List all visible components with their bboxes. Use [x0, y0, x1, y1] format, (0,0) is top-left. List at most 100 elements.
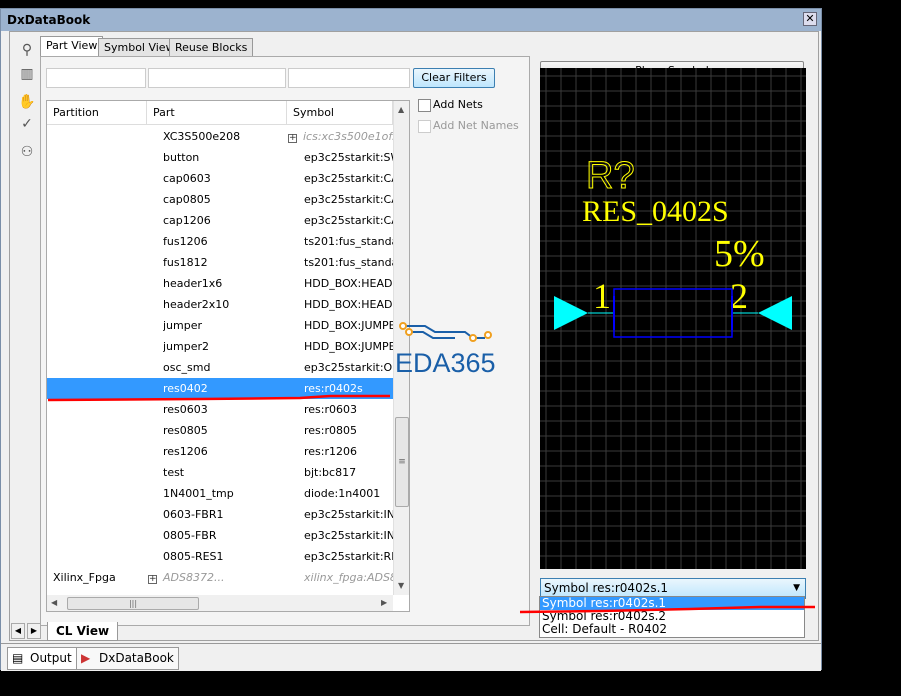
table-row[interactable]: res0603 res:r0603 [47, 399, 393, 420]
table-row[interactable]: XC3S500e208 + ics:xc3s500e1of3... [47, 126, 393, 147]
table-row[interactable]: jumper HDD_BOX:JUMPER [47, 315, 393, 336]
value-label: 5% [714, 233, 765, 275]
part-text: res1206 [163, 445, 208, 458]
add-net-names-checkbox [418, 120, 431, 133]
tab-part-view[interactable]: Part View [40, 36, 104, 57]
tab-reuse-blocks[interactable]: Reuse Blocks [169, 38, 254, 56]
binoculars-add-icon[interactable]: ⚲ [16, 42, 38, 62]
cell-symbol: ep3c25starkit:SW_ [304, 147, 393, 168]
clear-filters-button[interactable]: Clear Filters [413, 68, 495, 88]
table-row[interactable]: res0402 res:r0402s [47, 378, 393, 399]
column-header-partition[interactable]: Partition [47, 101, 147, 125]
tree-check-icon[interactable]: ✓ [16, 116, 38, 136]
table-row[interactable]: cap0603 ep3c25starkit:CAP [47, 168, 393, 189]
horizontal-scrollbar[interactable]: ◀ ||| ▶ [47, 595, 393, 611]
cell-symbol: HDD_BOX:JUMPER [304, 315, 393, 336]
table-row[interactable]: 0805-FBR ep3c25starkit:INDI [47, 525, 393, 546]
cell-symbol: + ics:xc3s500e1of3... [288, 126, 393, 147]
part-text: 0805-FBR [163, 529, 217, 542]
symbol-text: ep3c25starkit:OSC [304, 361, 393, 374]
table-row[interactable]: osc_smd ep3c25starkit:OSC [47, 357, 393, 378]
window-title: DxDataBook [1, 9, 821, 31]
scroll-up-icon[interactable]: ▲ [398, 105, 404, 114]
part-text: test [163, 466, 185, 479]
symbol-filter-input[interactable] [288, 68, 410, 88]
books-add-icon[interactable]: ▥ [16, 66, 38, 86]
add-nets-checkbox[interactable] [418, 99, 431, 112]
table-row[interactable]: cap0805 ep3c25starkit:CAP [47, 189, 393, 210]
scroll-right-icon[interactable]: ▶ [381, 598, 387, 607]
tab-cl-view[interactable]: CL View [47, 622, 119, 641]
table-row[interactable]: header1x6 HDD_BOX:HEADER [47, 273, 393, 294]
column-header-symbol[interactable]: Symbol [287, 101, 393, 125]
partition-filter-input[interactable] [46, 68, 146, 88]
table-row[interactable]: res1206 res:r1206 [47, 441, 393, 462]
cell-symbol: diode:1n4001 [304, 483, 393, 504]
cell-part: button [163, 147, 287, 168]
symbol-text: ts201:fus_standar [304, 235, 393, 248]
part-text: fus1206 [163, 235, 208, 248]
scroll-left-icon[interactable]: ◀ [51, 598, 57, 607]
table-row[interactable]: res0805 res:r0805 [47, 420, 393, 441]
cell-part: fus1206 [163, 231, 287, 252]
symbol-text: ep3c25starkit:INDI [304, 508, 393, 521]
table-row[interactable]: 1N4001_tmp diode:1n4001 [47, 483, 393, 504]
symbol-text: diode:1n4001 [304, 487, 381, 500]
table-row[interactable]: fus1812 ts201:fus_standar [47, 252, 393, 273]
add-nets-label: Add Nets [433, 98, 483, 111]
cell-symbol: ep3c25starkit:CAP [304, 189, 393, 210]
part-text: XC3S500e208 [163, 130, 241, 143]
table-row[interactable]: 0805-RES1 ep3c25starkit:RES [47, 546, 393, 567]
tab-scroll-right-icon[interactable]: ▶ [27, 623, 41, 639]
part-filter-input[interactable] [148, 68, 286, 88]
expand-icon[interactable]: + [148, 575, 157, 584]
tab-scroll-left-icon[interactable]: ◀ [11, 623, 25, 639]
symbol-text: res:r0603 [304, 403, 358, 416]
symbol-text: HDD_BOX:HEADER [304, 277, 393, 290]
table-row[interactable]: fus1206 ts201:fus_standar [47, 231, 393, 252]
cell-part: cap0805 [163, 189, 287, 210]
tab-dxdatabook[interactable]: ▶ DxDataBook [76, 647, 179, 670]
table-row[interactable]: test bjt:bc817 [47, 462, 393, 483]
part-text: jumper [163, 319, 203, 332]
table-row[interactable]: cap1206 ep3c25starkit:CAP [47, 210, 393, 231]
table-row[interactable]: 0603-FBR1 ep3c25starkit:INDI [47, 504, 393, 525]
tab-output[interactable]: ▤ Output [7, 647, 77, 670]
symbol-text: ep3c25starkit:INDI [304, 529, 393, 542]
cell-symbol: HDD_BOX:JUMPER [304, 336, 393, 357]
symbol-text: ts201:fus_standar [304, 256, 393, 269]
table-row[interactable]: button ep3c25starkit:SW_ [47, 147, 393, 168]
refdes-label: R? [586, 155, 635, 197]
cell-part: 1N4001_tmp [163, 483, 287, 504]
expand-icon[interactable]: + [288, 134, 297, 143]
cell-part: 0603-FBR1 [163, 504, 287, 525]
symbol-text: bjt:bc817 [304, 466, 357, 479]
cell-part: + ADS8372... [148, 567, 288, 588]
cell-symbol: ep3c25starkit:OSC [304, 357, 393, 378]
symbol-text: HDD_BOX:HEADER [304, 298, 393, 311]
part-text: cap1206 [163, 214, 211, 227]
table-row[interactable]: header2x10 HDD_BOX:HEADER [47, 294, 393, 315]
resistor-body [613, 288, 733, 338]
cell-symbol: res:r1206 [304, 441, 393, 462]
cell-partition: Xilinx_Fpga [53, 567, 147, 588]
scroll-down-icon[interactable]: ▼ [398, 581, 404, 590]
cell-part: cap1206 [163, 210, 287, 231]
column-header-part[interactable]: Part [147, 101, 287, 125]
cell-symbol: res:r0603 [304, 399, 393, 420]
table-row[interactable]: Xilinx_Fpga + ADS8372... xilinx_fpga:ADS83 [47, 567, 393, 588]
cell-part: test [163, 462, 287, 483]
close-button[interactable]: ✕ [803, 12, 817, 26]
symbol-text: xilinx_fpga:ADS83 [304, 571, 393, 584]
hscroll-thumb[interactable]: ||| [67, 597, 199, 610]
part-text: 0603-FBR1 [163, 508, 224, 521]
part-text: fus1812 [163, 256, 208, 269]
watermark-text: EDA365 [395, 348, 496, 378]
databook-icon: ▶ [81, 651, 91, 665]
dropdown-option[interactable]: Cell: Default - R0402 [540, 623, 804, 636]
people-icon[interactable]: ⚇ [16, 144, 38, 164]
scroll-thumb[interactable]: ≡ [395, 417, 409, 507]
symbol-text: ep3c25starkit:CAP [304, 172, 393, 185]
hand-icon[interactable]: ✋ [16, 94, 38, 114]
table-row[interactable]: jumper2 HDD_BOX:JUMPER [47, 336, 393, 357]
